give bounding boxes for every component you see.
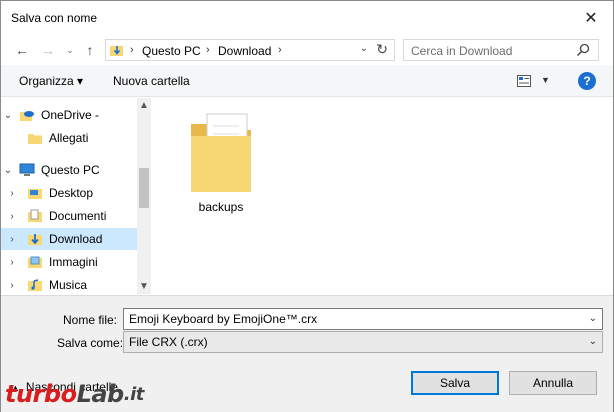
sidebar-item-onedrive[interactable]: ⌄ OneDrive -: [1, 104, 137, 126]
sidebar-item-label: Download: [49, 232, 103, 246]
expander-icon[interactable]: ›: [1, 280, 23, 291]
sidebar-item-label: OneDrive -: [41, 108, 100, 122]
command-toolbar: Organizza ▾ Nuova cartella ▼ ?: [1, 65, 613, 97]
organize-button[interactable]: Organizza ▾: [19, 74, 83, 88]
expander-icon[interactable]: ›: [1, 211, 23, 222]
folder-icon: [28, 134, 42, 144]
sidebar-item-label: Allegati: [49, 131, 89, 145]
pictures-folder-icon: [28, 256, 42, 268]
watermark-part-2: Lab: [76, 380, 125, 408]
sidebar-item-label: Questo PC: [41, 163, 100, 177]
sidebar-item-questo-pc[interactable]: ⌄ Questo PC: [1, 159, 137, 181]
expander-icon[interactable]: ›: [1, 188, 23, 199]
computer-icon: [19, 163, 35, 176]
sidebar-item-musica[interactable]: › Musica: [1, 274, 137, 294]
watermark-part-3: .it: [123, 383, 145, 405]
scroll-up-icon[interactable]: ▲: [139, 100, 149, 111]
breadcrumb-separator: ›: [278, 44, 282, 56]
sidebar-item-desktop[interactable]: › Desktop: [1, 182, 137, 204]
sidebar-item-documenti[interactable]: › Documenti: [1, 205, 137, 227]
up-arrow-icon[interactable]: ↑: [81, 41, 99, 59]
help-icon[interactable]: ?: [578, 72, 596, 90]
view-dropdown-icon[interactable]: ▼: [541, 75, 550, 85]
recent-locations-icon[interactable]: ⌄: [61, 41, 79, 59]
download-folder-icon: [28, 234, 42, 245]
close-button[interactable]: ✕: [577, 5, 605, 31]
sidebar-item-download[interactable]: › Download: [1, 228, 137, 250]
chevron-down-icon[interactable]: ⌄: [589, 313, 597, 324]
save-button[interactable]: Salva: [411, 371, 499, 395]
file-item-backups[interactable]: backups: [187, 108, 255, 220]
sidebar-item-label: Desktop: [49, 186, 94, 200]
search-input[interactable]: Cerca in Download: [403, 39, 599, 61]
view-options-icon[interactable]: [517, 75, 531, 87]
breadcrumb-separator: ›: [206, 44, 210, 56]
navigation-scrollbar[interactable]: ▲ ▼: [137, 98, 151, 294]
breadcrumb-separator: ›: [130, 44, 134, 56]
back-arrow-icon[interactable]: ←: [13, 41, 31, 59]
sidebar-item-immagini[interactable]: › Immagini: [1, 251, 137, 273]
file-list-pane: backups: [151, 98, 613, 294]
title-bar: Salva con nome ✕: [1, 1, 613, 35]
sidebar-item-allegati[interactable]: Allegati: [1, 127, 137, 149]
file-type-label: Salva come:: [57, 336, 124, 350]
scroll-down-icon[interactable]: ▼: [139, 281, 149, 292]
filename-value: Emoji Keyboard by EmojiOne™.crx: [129, 312, 318, 326]
sidebar-item-label: Immagini: [49, 255, 98, 269]
filename-field[interactable]: Emoji Keyboard by EmojiOne™.crx ⌄: [123, 308, 603, 330]
expander-icon[interactable]: ›: [1, 234, 23, 245]
navigation-pane: ⌄ OneDrive - Allegati ⌄ Questo PC › Desk…: [1, 98, 151, 294]
filename-label: Nome file:: [63, 313, 118, 327]
folder-icon: [191, 113, 251, 192]
new-folder-button[interactable]: Nuova cartella: [113, 74, 190, 88]
close-icon: ✕: [584, 10, 598, 27]
breadcrumb-download[interactable]: Download: [218, 44, 271, 58]
download-folder-icon: [110, 46, 123, 56]
music-folder-icon: [28, 279, 42, 291]
chevron-down-icon[interactable]: ⌄: [589, 336, 597, 347]
cancel-button[interactable]: Annulla: [509, 371, 597, 395]
sidebar-item-label: Musica: [49, 278, 88, 292]
watermark-logo: turbo Lab .it: [5, 378, 144, 410]
address-row: ← → ⌄ ↑ › Questo PC › Download › ⌄ ↻ Cer…: [1, 35, 613, 65]
address-bar[interactable]: › Questo PC › Download › ⌄ ↻: [105, 39, 395, 61]
sidebar-item-label: Documenti: [49, 209, 107, 223]
expander-icon[interactable]: ›: [1, 257, 23, 268]
search-icon: [576, 43, 590, 57]
documents-folder-icon: [28, 209, 42, 222]
onedrive-icon: [20, 111, 34, 121]
dialog-title: Salva con nome: [11, 11, 98, 25]
expander-icon[interactable]: ⌄: [1, 165, 15, 176]
chevron-down-icon[interactable]: ⌄: [360, 43, 368, 54]
expander-icon[interactable]: ⌄: [1, 110, 15, 121]
file-type-select[interactable]: File CRX (.crx) ⌄: [123, 331, 603, 353]
forward-arrow-icon[interactable]: →: [39, 41, 57, 59]
refresh-icon[interactable]: ↻: [376, 41, 388, 58]
search-placeholder: Cerca in Download: [411, 44, 513, 58]
watermark-part-1: turbo: [5, 380, 77, 408]
file-item-label: backups: [198, 200, 244, 214]
file-type-value: File CRX (.crx): [129, 335, 208, 349]
scrollbar-thumb[interactable]: [139, 168, 149, 208]
desktop-folder-icon: [28, 189, 42, 199]
save-as-dialog: Salva con nome ✕ ← → ⌄ ↑ › Questo PC › D…: [0, 0, 614, 412]
breadcrumb-questo-pc[interactable]: Questo PC: [142, 44, 201, 58]
